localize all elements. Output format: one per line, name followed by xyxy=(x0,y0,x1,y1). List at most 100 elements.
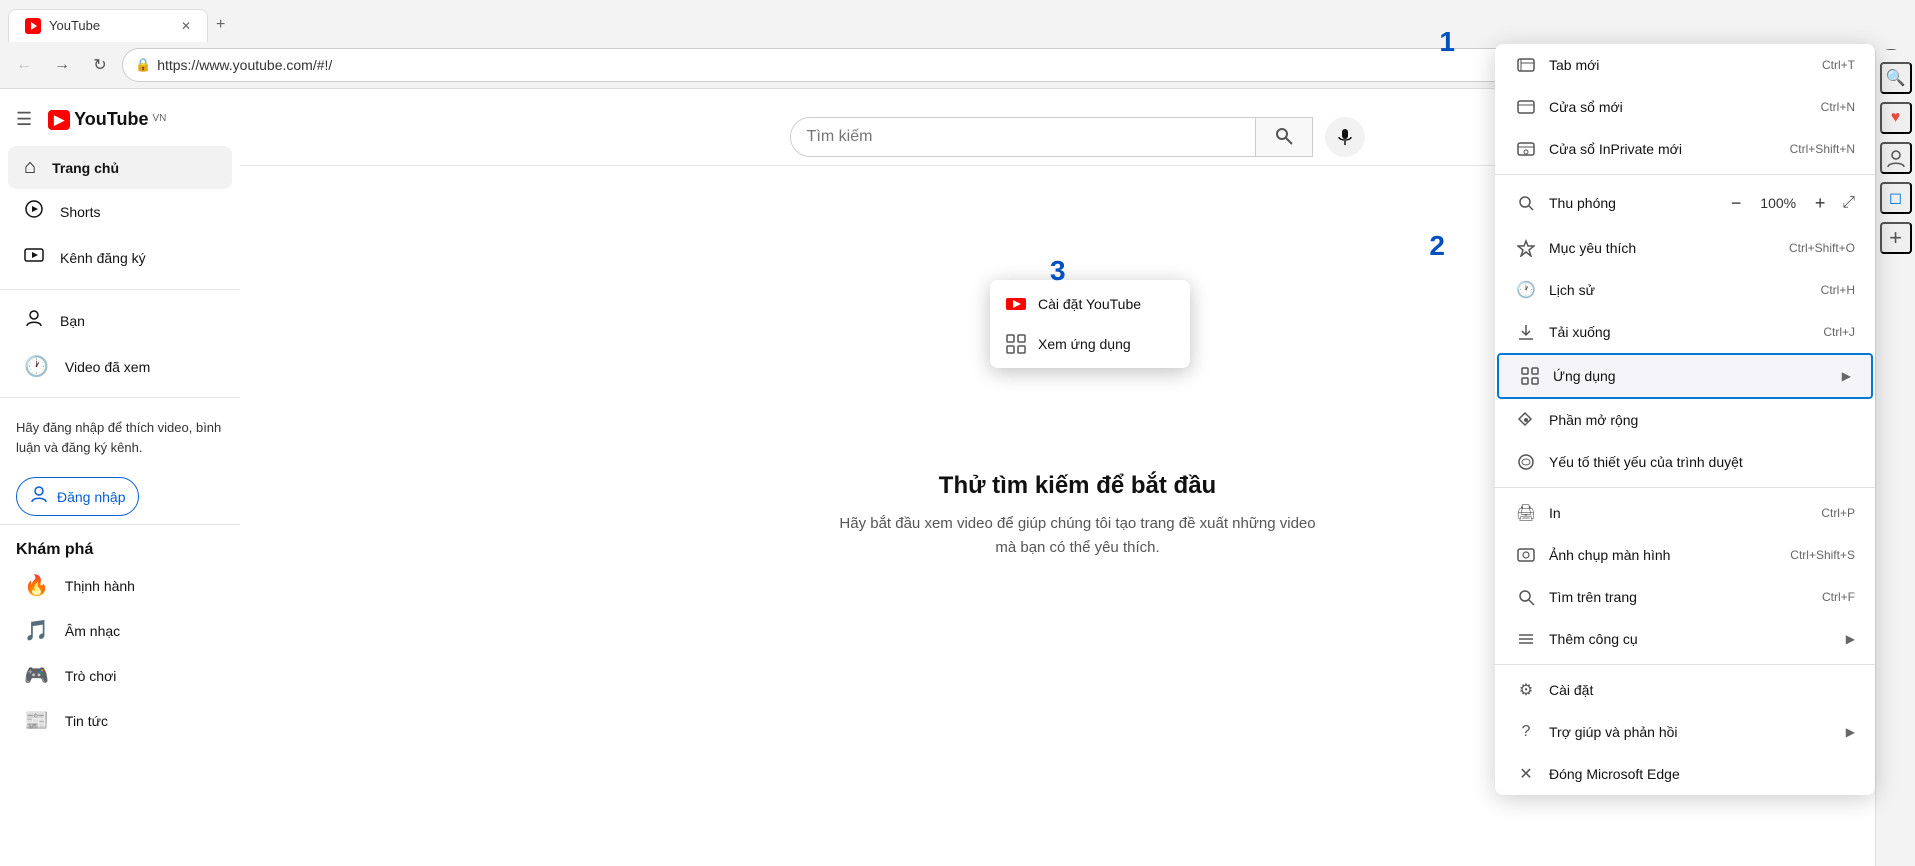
tab-favicon xyxy=(25,18,41,34)
url-input[interactable] xyxy=(157,57,1532,73)
gaming-label: Trò chơi xyxy=(65,668,116,684)
sidebar-item-news[interactable]: 📰 Tin tức xyxy=(8,698,232,743)
yt-ctx-install[interactable]: Cài đặt YouTube xyxy=(990,284,1190,324)
zoom-fullscreen-button[interactable]: ⤢ xyxy=(1842,194,1855,212)
sidebar-item-subscriptions[interactable]: Kênh đăng ký xyxy=(8,235,232,281)
reload-button[interactable]: ↻ xyxy=(84,49,116,81)
edge-menu-settings[interactable]: ⚙ Cài đặt xyxy=(1495,669,1875,711)
yt-ctx-apps-label: Xem ứng dụng xyxy=(1038,336,1131,352)
new-tab-shortcut: Ctrl+T xyxy=(1822,58,1855,72)
find-label: Tìm trên trang xyxy=(1549,589,1637,605)
edge-sidebar-search[interactable]: 🔍 xyxy=(1880,62,1912,94)
favorites-menu-label: Mục yêu thích xyxy=(1549,240,1636,256)
menu-divider-2 xyxy=(1495,487,1875,488)
new-window-icon xyxy=(1515,96,1537,118)
sidebar-item-history[interactable]: 🕐 Video đã xem xyxy=(8,344,232,389)
edge-menu-new-window[interactable]: Cửa sổ mới Ctrl+N xyxy=(1495,86,1875,128)
help-submenu-arrow: ▶ xyxy=(1846,725,1855,739)
edge-menu-more-tools[interactable]: Thêm công cụ ▶ xyxy=(1495,618,1875,660)
login-button-label: Đăng nhập xyxy=(57,489,126,505)
print-shortcut: Ctrl+P xyxy=(1821,506,1855,520)
find-icon xyxy=(1515,586,1537,608)
inprivate-label: Cửa sổ InPrivate mới xyxy=(1549,141,1682,157)
downloads-label: Tải xuống xyxy=(1549,324,1610,340)
back-button[interactable]: ← xyxy=(8,49,40,81)
screenshot-label: Ảnh chụp màn hình xyxy=(1549,547,1670,563)
history-menu-icon: 🕐 xyxy=(1515,279,1537,301)
edge-menu-help[interactable]: ? Trợ giúp và phản hồi ▶ xyxy=(1495,711,1875,753)
microphone-icon xyxy=(1336,128,1354,146)
edge-menu-downloads[interactable]: Tải xuống Ctrl+J xyxy=(1495,311,1875,353)
edge-sidebar-plus[interactable]: + xyxy=(1880,222,1912,254)
new-window-shortcut: Ctrl+N xyxy=(1821,100,1855,114)
help-icon: ? xyxy=(1515,721,1537,743)
subscriptions-icon xyxy=(24,245,44,271)
sidebar-item-shorts[interactable]: Shorts xyxy=(8,189,232,235)
address-bar[interactable]: 🔒 xyxy=(122,48,1545,82)
music-icon: 🎵 xyxy=(24,618,49,643)
edge-menu-find[interactable]: Tìm trên trang Ctrl+F xyxy=(1495,576,1875,618)
zoom-controls: − 100% + ⤢ xyxy=(1722,189,1855,217)
settings-menu-icon: ⚙ xyxy=(1515,679,1537,701)
sidebar-item-trending[interactable]: 🔥 Thịnh hành xyxy=(8,563,232,608)
downloads-icon xyxy=(1515,321,1537,343)
find-shortcut: Ctrl+F xyxy=(1822,590,1855,604)
history-menu-label: Lịch sử xyxy=(1549,282,1595,298)
edge-menu-favorites[interactable]: Mục yêu thích Ctrl+Shift+O xyxy=(1495,227,1875,269)
active-tab[interactable]: YouTube ✕ xyxy=(8,9,208,42)
voice-search-button[interactable] xyxy=(1325,117,1365,157)
apps-submenu-arrow: ▶ xyxy=(1842,369,1851,383)
help-label: Trợ giúp và phản hồi xyxy=(1549,724,1678,740)
nav-divider-1 xyxy=(0,289,240,290)
edge-menu-new-tab-left: Tab mới xyxy=(1515,54,1599,76)
lock-icon: 🔒 xyxy=(135,57,151,73)
sidebar-item-home[interactable]: ⌂ Trang chủ xyxy=(8,146,232,189)
login-button[interactable]: Đăng nhập xyxy=(16,477,139,516)
edge-menu: Tab mới Ctrl+T Cửa sổ mới Ctrl+N Cửa sổ … xyxy=(1495,44,1875,795)
yt-ctx-apps-icon xyxy=(1006,334,1026,354)
edge-sidebar-favorites[interactable]: ♥ xyxy=(1880,102,1912,134)
new-tab-button[interactable]: + xyxy=(208,8,233,42)
youtube-search-input[interactable] xyxy=(791,118,1256,156)
sidebar-item-gaming[interactable]: 🎮 Trò chơi xyxy=(8,653,232,698)
sidebar-item-you[interactable]: Bạn xyxy=(8,298,232,344)
edge-menu-screenshot[interactable]: Ảnh chụp màn hình Ctrl+Shift+S xyxy=(1495,534,1875,576)
apps-menu-icon xyxy=(1519,365,1541,387)
nav-divider-3 xyxy=(0,524,240,525)
zoom-in-button[interactable]: + xyxy=(1806,189,1834,217)
zoom-out-button[interactable]: − xyxy=(1722,189,1750,217)
edge-menu-print[interactable]: 🖨 In Ctrl+P xyxy=(1495,492,1875,534)
settings-menu-label: Cài đặt xyxy=(1549,682,1593,698)
edge-menu-essentials[interactable]: Yếu tố thiết yếu của trình duyệt xyxy=(1495,441,1875,483)
edge-sidebar-outlook[interactable]: ◻ xyxy=(1880,182,1912,214)
edge-menu-history[interactable]: 🕐 Lịch sử Ctrl+H xyxy=(1495,269,1875,311)
edge-sidebar: 🔍 ♥ ◻ + xyxy=(1875,50,1915,866)
edge-menu-extensions[interactable]: Phần mở rộng xyxy=(1495,399,1875,441)
close-edge-icon: ✕ xyxy=(1515,763,1537,785)
youtube-logo-text: YouTube xyxy=(74,109,148,130)
history-icon: 🕐 xyxy=(24,354,49,379)
edge-menu-new-tab[interactable]: Tab mới Ctrl+T xyxy=(1495,44,1875,86)
close-edge-label: Đóng Microsoft Edge xyxy=(1549,766,1680,782)
sidebar-item-music[interactable]: 🎵 Âm nhạc xyxy=(8,608,232,653)
edge-menu-apps[interactable]: Ứng dụng ▶ xyxy=(1497,353,1873,399)
empty-title: Thử tìm kiếm để bắt đầu xyxy=(939,472,1216,500)
edge-menu-inprivate[interactable]: Cửa sổ InPrivate mới Ctrl+Shift+N xyxy=(1495,128,1875,170)
apps-menu-label: Ứng dụng xyxy=(1553,368,1616,384)
you-icon xyxy=(24,308,44,334)
hamburger-menu[interactable]: ☰ xyxy=(16,109,32,130)
youtube-logo[interactable]: ▶ YouTube VN xyxy=(48,109,166,130)
trending-icon: 🔥 xyxy=(24,573,49,598)
empty-state: Thử tìm kiếm để bắt đầu Hãy bắt đầu xem … xyxy=(818,166,1338,866)
yt-ctx-apps[interactable]: Xem ứng dụng xyxy=(990,324,1190,364)
edge-menu-close[interactable]: ✕ Đóng Microsoft Edge xyxy=(1495,753,1875,795)
new-tab-icon xyxy=(1515,54,1537,76)
search-submit-button[interactable] xyxy=(1255,118,1312,156)
tab-close-button[interactable]: ✕ xyxy=(181,19,191,33)
login-prompt: Hãy đăng nhập để thích video, bình luận … xyxy=(0,406,240,469)
edge-sidebar-profile[interactable] xyxy=(1880,142,1912,174)
forward-button[interactable]: → xyxy=(46,49,78,81)
nav-divider-2 xyxy=(0,397,240,398)
edge-menu-zoom: Thu phóng − 100% + ⤢ xyxy=(1495,179,1875,227)
screenshot-icon xyxy=(1515,544,1537,566)
